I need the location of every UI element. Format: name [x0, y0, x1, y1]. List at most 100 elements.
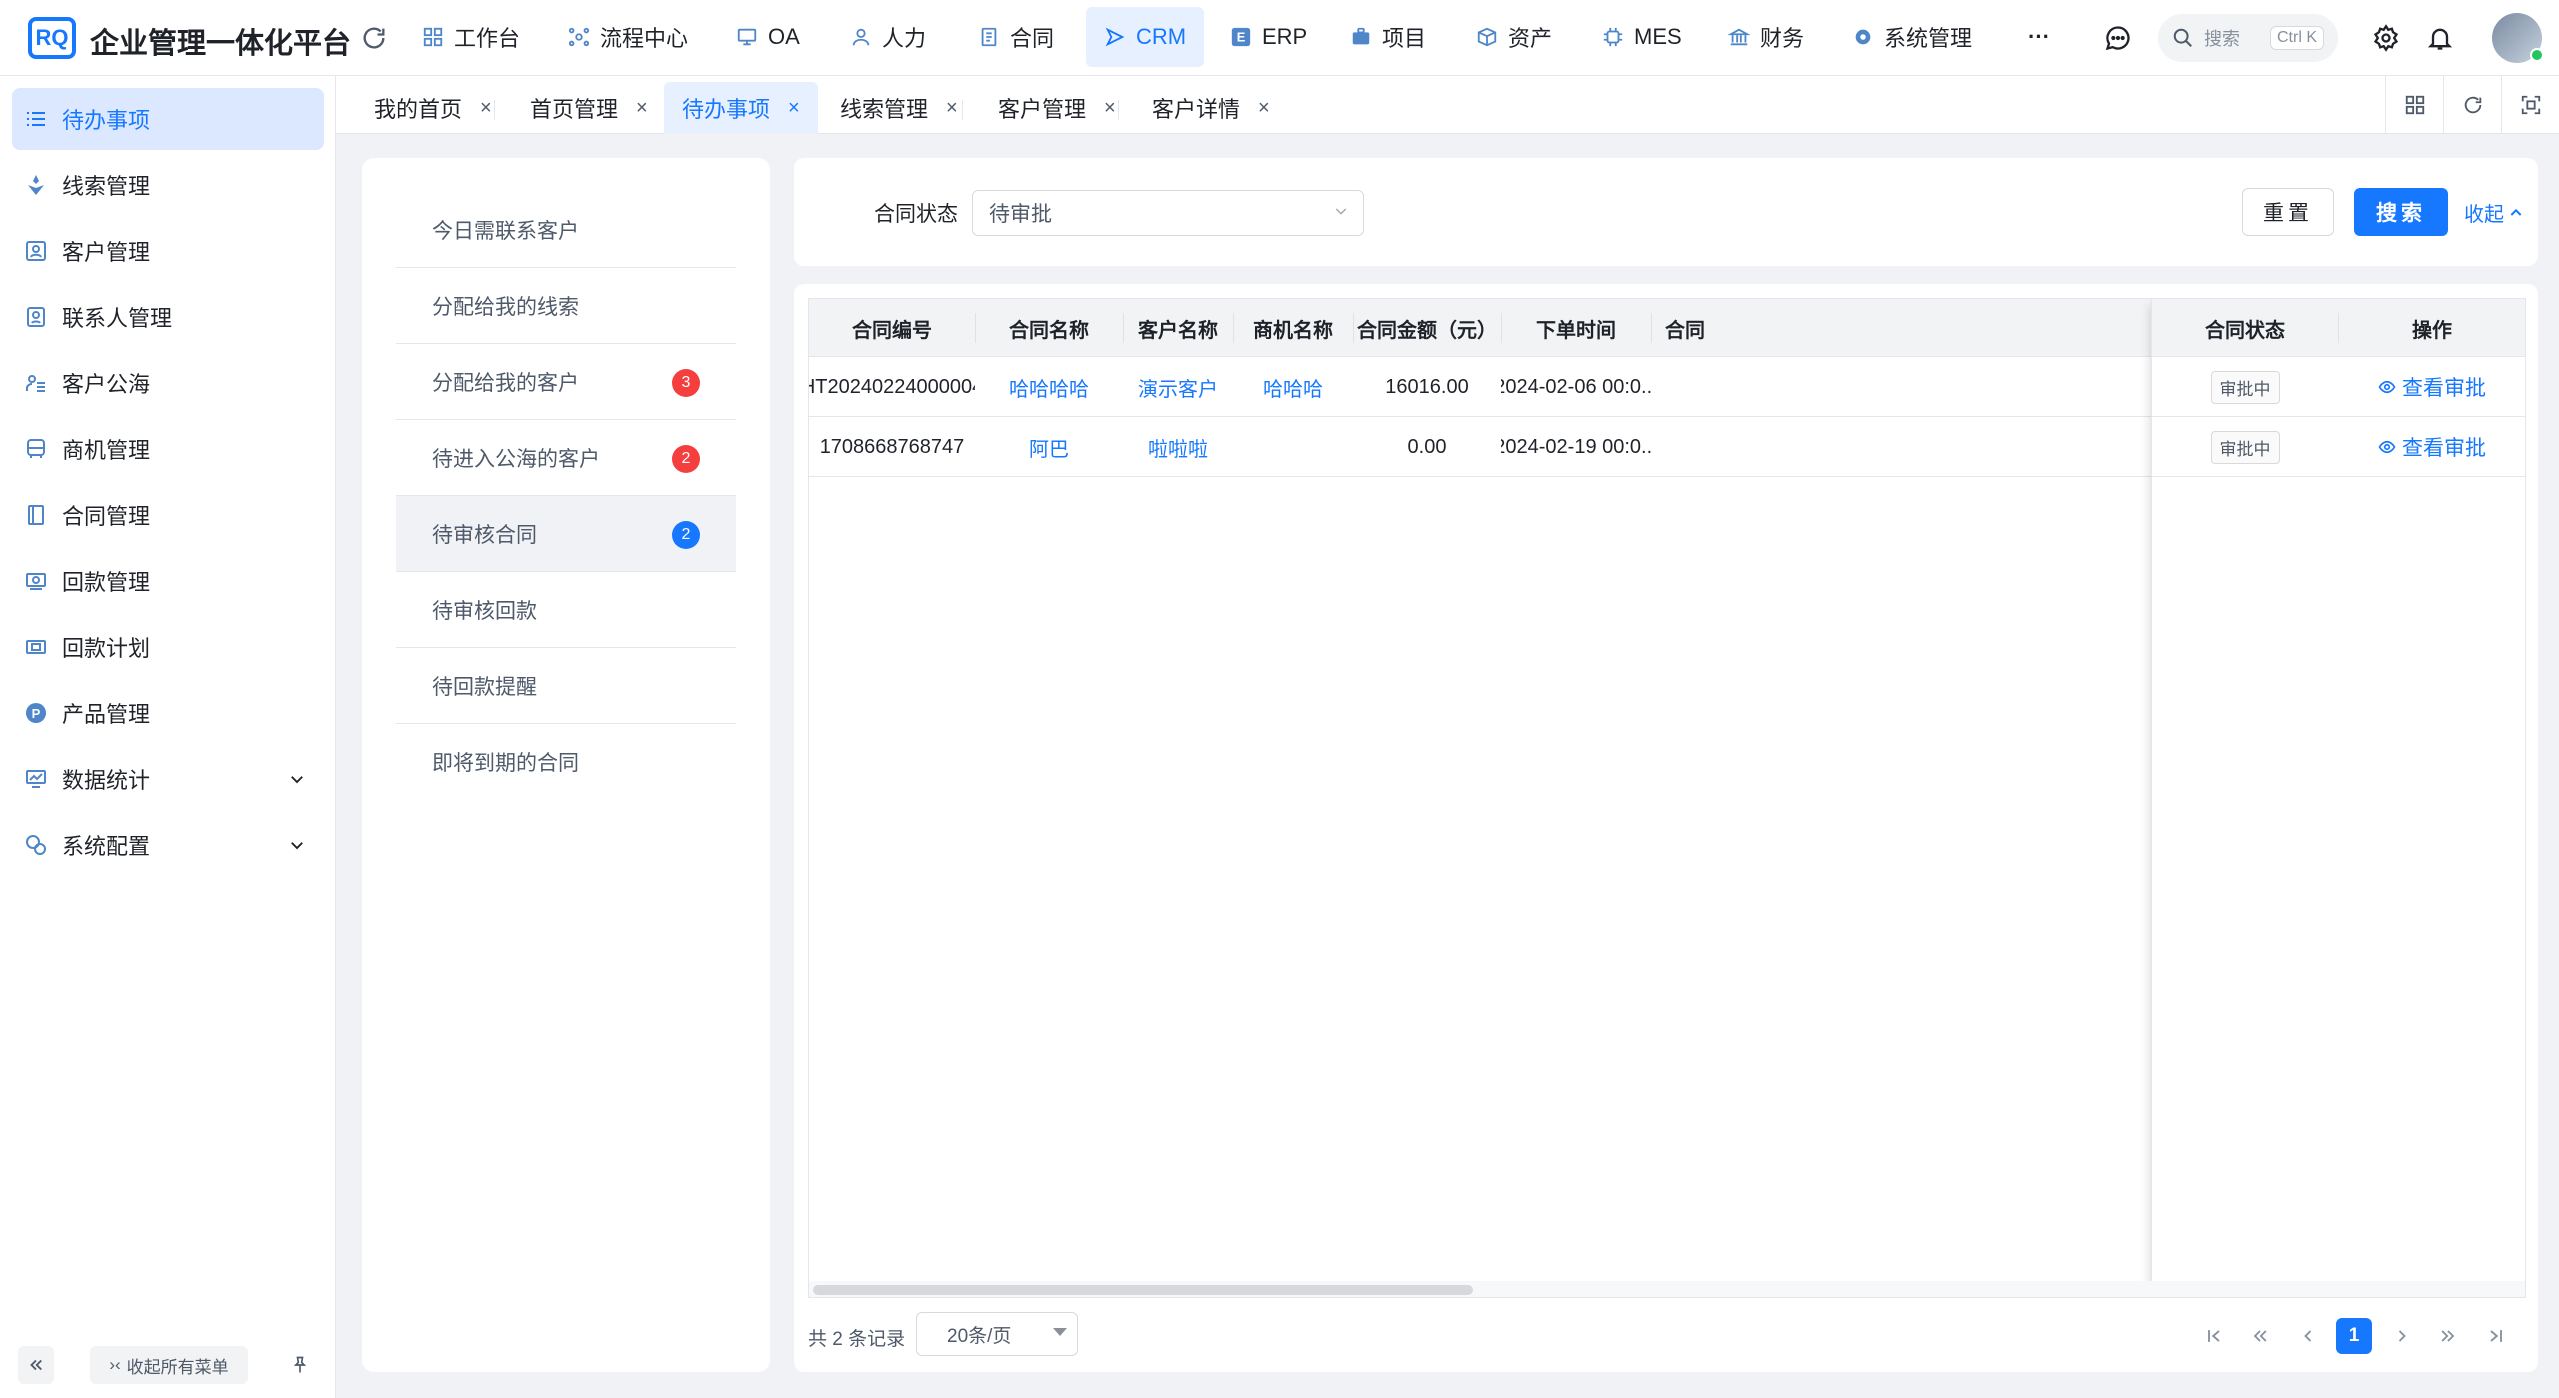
column-header[interactable]: 合同状态: [2152, 299, 2338, 357]
nav-item-crm[interactable]: CRM: [1086, 7, 1205, 67]
sidebar-item-public-pool[interactable]: 客户公海: [12, 352, 324, 414]
tab-customer-management[interactable]: 客户管理 ×: [960, 82, 1134, 134]
chevron-down-icon[interactable]: [288, 770, 306, 788]
sidebar-item-payment-plan[interactable]: 回款计划: [12, 616, 324, 678]
todo-item-assigned-clues[interactable]: 分配给我的线索: [396, 268, 736, 344]
close-icon[interactable]: ×: [1258, 97, 1270, 120]
contract-status-select[interactable]: 待审批: [972, 190, 1364, 236]
bell-icon[interactable]: [2426, 24, 2454, 52]
nav-item-finance[interactable]: 财务: [1710, 7, 1822, 67]
sidebar-item-system-config[interactable]: 系统配置: [12, 814, 324, 876]
table-row-right: 审批中 查看审批: [2152, 357, 2525, 417]
cell-opportunity-link[interactable]: [1233, 417, 1353, 477]
page-size-select[interactable]: 20条/页: [916, 1312, 1078, 1356]
sidebar-item-label: 合同管理: [62, 504, 151, 529]
refresh-icon[interactable]: [360, 24, 388, 52]
page-tabs-bar: 我的首页 × 首页管理 × 待办事项 × 线索管理 × 客户管理 × 客户详情 …: [336, 76, 2559, 134]
column-header[interactable]: 合同金额（元）: [1353, 299, 1501, 357]
page-size-value: 20条/页: [947, 1325, 1012, 1347]
message-icon[interactable]: [2104, 24, 2132, 52]
sidebar-item-todo[interactable]: 待办事项: [12, 88, 324, 150]
sidebar-item-customers[interactable]: 客户管理: [12, 220, 324, 282]
todo-item-contact-today[interactable]: 今日需联系客户: [396, 192, 736, 268]
close-icon[interactable]: ×: [636, 97, 648, 120]
search-button[interactable]: 搜索: [2354, 188, 2448, 236]
tab-label: 首页管理: [530, 97, 619, 122]
tabs-fullscreen-button[interactable]: [2501, 76, 2559, 134]
todo-item-assigned-customers[interactable]: 分配给我的客户 3: [396, 344, 736, 420]
sidebar-item-clues[interactable]: 线索管理: [12, 154, 324, 216]
nav-item-contract[interactable]: 合同: [960, 7, 1072, 67]
first-page-button[interactable]: [2196, 1318, 2232, 1354]
column-header[interactable]: 合同名称: [975, 299, 1123, 357]
column-header[interactable]: 合同编号: [809, 299, 975, 357]
contract-status-value: 待审批: [989, 203, 1052, 226]
collapse-all-menus-button[interactable]: ›‹ 收起所有菜单: [90, 1346, 248, 1384]
nav-more-button[interactable]: ···: [2010, 7, 2068, 67]
chevron-down-icon[interactable]: [288, 836, 306, 854]
tab-my-home[interactable]: 我的首页 ×: [336, 82, 510, 134]
todo-item-payment-reminder[interactable]: 待回款提醒: [396, 648, 736, 724]
sidebar-item-products[interactable]: P 产品管理: [12, 682, 324, 744]
cell-customer-link[interactable]: 啦啦啦: [1123, 417, 1233, 477]
close-icon[interactable]: ×: [788, 97, 800, 120]
todo-item-pending-payments[interactable]: 待审核回款: [396, 572, 736, 648]
nav-item-system[interactable]: 系统管理: [1834, 7, 1990, 67]
close-icon[interactable]: ×: [480, 97, 492, 120]
horizontal-scrollbar[interactable]: [809, 1281, 2525, 1297]
nav-item-mes[interactable]: MES: [1584, 7, 1700, 67]
column-header[interactable]: 客户名称: [1123, 299, 1233, 357]
sidebar-item-payments[interactable]: 回款管理: [12, 550, 324, 612]
plan-icon: [26, 640, 46, 654]
app-logo[interactable]: RQ: [28, 17, 76, 59]
prev-group-button[interactable]: [2242, 1318, 2278, 1354]
nav-item-project[interactable]: 项目: [1332, 7, 1444, 67]
close-icon[interactable]: ×: [946, 97, 958, 120]
count-badge: 2: [672, 521, 700, 549]
cell-contract-name-link[interactable]: 阿巴: [975, 417, 1123, 477]
tabs-refresh-button[interactable]: [2443, 76, 2501, 134]
column-header[interactable]: 下单时间: [1501, 299, 1651, 357]
contract-table-card: 合同编号 合同名称 客户名称 商机名称 合同金额（元） 下单时间 合同 HT20…: [794, 284, 2538, 1372]
sidebar-item-opportunities[interactable]: 商机管理: [12, 418, 324, 480]
cell-opportunity-link[interactable]: 哈哈哈: [1233, 357, 1353, 417]
page-number-current[interactable]: 1: [2336, 1318, 2372, 1354]
global-search[interactable]: 搜索 Ctrl K: [2158, 14, 2338, 62]
column-header[interactable]: 操作: [2338, 299, 2525, 357]
sidebar-item-contracts[interactable]: 合同管理: [12, 484, 324, 546]
nav-item-oa[interactable]: OA: [718, 7, 818, 67]
tabs-layout-button[interactable]: [2385, 76, 2443, 134]
last-page-button[interactable]: [2478, 1318, 2514, 1354]
scrollbar-thumb[interactable]: [813, 1285, 1473, 1295]
reset-button[interactable]: 重置: [2242, 188, 2334, 236]
cell-customer-link[interactable]: 演示客户: [1123, 357, 1233, 417]
nav-item-flow-center[interactable]: 流程中心: [550, 7, 706, 67]
nav-item-workbench[interactable]: 工作台: [404, 7, 538, 67]
view-approval-link[interactable]: 查看审批: [2378, 372, 2486, 402]
settings-icon[interactable]: [2372, 24, 2400, 52]
collapse-sidebar-button[interactable]: [18, 1346, 54, 1384]
chart-icon: [26, 770, 46, 788]
tab-label: 客户管理: [998, 97, 1087, 122]
tab-clue-management[interactable]: 线索管理 ×: [802, 82, 976, 134]
pin-sidebar-button[interactable]: [282, 1346, 318, 1384]
nav-item-erp[interactable]: E ERP: [1212, 7, 1325, 67]
next-page-button[interactable]: [2384, 1318, 2420, 1354]
prev-page-button[interactable]: [2290, 1318, 2326, 1354]
tab-customer-detail[interactable]: 客户详情 ×: [1114, 82, 1288, 134]
column-header[interactable]: 合同: [1651, 299, 1731, 357]
next-group-button[interactable]: [2430, 1318, 2466, 1354]
tab-home-management[interactable]: 首页管理 ×: [492, 82, 666, 134]
tab-todo[interactable]: 待办事项 ×: [664, 82, 818, 134]
collapse-filter-button[interactable]: 收起: [2464, 198, 2524, 227]
todo-item-to-public-pool[interactable]: 待进入公海的客户 2: [396, 420, 736, 496]
sidebar-item-contacts[interactable]: 联系人管理: [12, 286, 324, 348]
cell-contract-name-link[interactable]: 哈哈哈哈: [975, 357, 1123, 417]
column-header[interactable]: 商机名称: [1233, 299, 1353, 357]
todo-item-expiring-contracts[interactable]: 即将到期的合同: [396, 724, 736, 800]
todo-item-pending-contracts[interactable]: 待审核合同 2: [396, 496, 736, 572]
nav-item-assets[interactable]: 资产: [1458, 7, 1570, 67]
view-approval-link[interactable]: 查看审批: [2378, 432, 2486, 462]
nav-item-hr[interactable]: 人力: [832, 7, 944, 67]
sidebar-item-statistics[interactable]: 数据统计: [12, 748, 324, 810]
